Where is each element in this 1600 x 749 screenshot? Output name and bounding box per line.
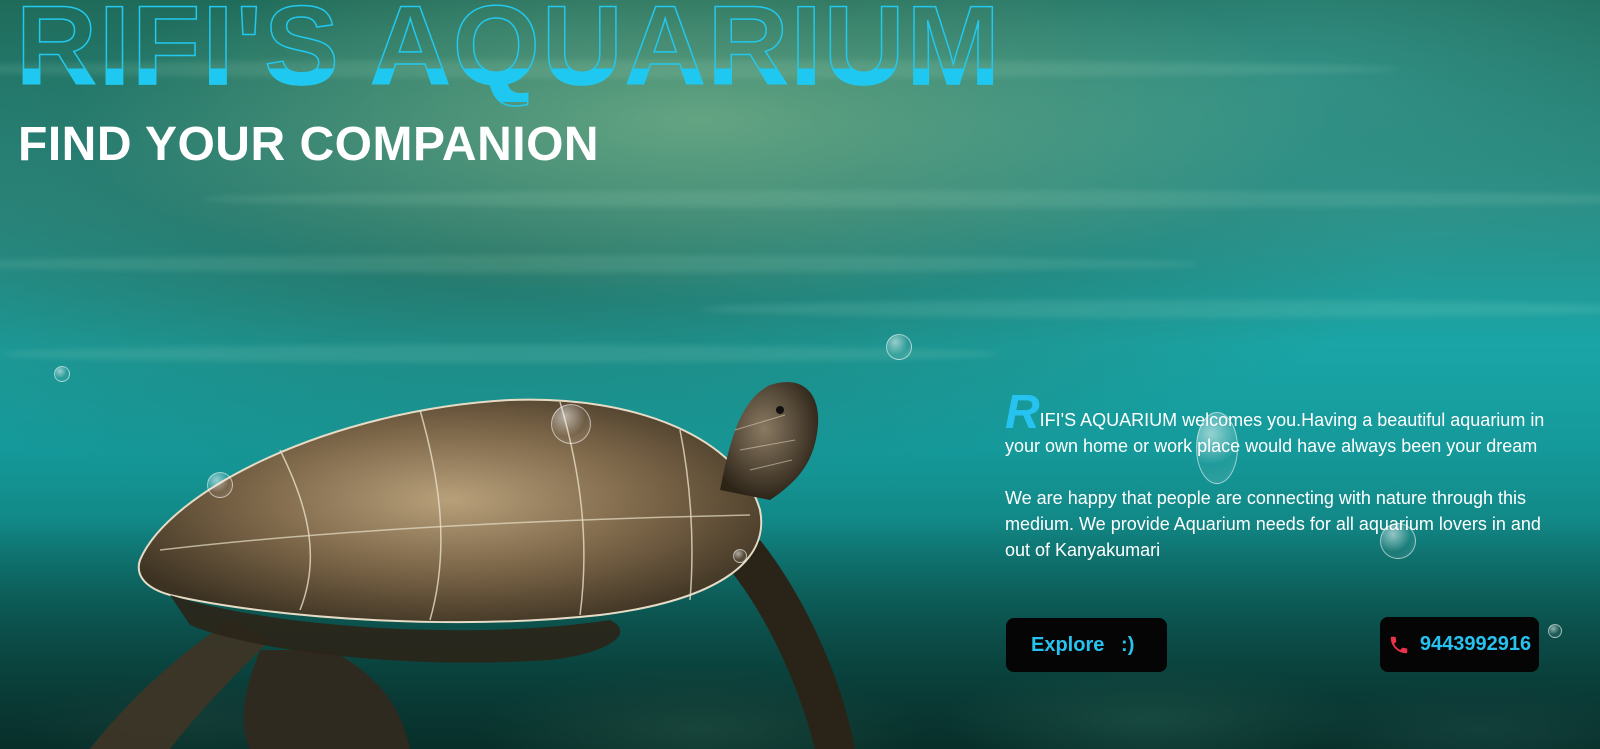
- phone-number: 9443992916: [1419, 633, 1532, 655]
- hero-section: RIFI'S AQUARIUM FIND YOUR COMPANION RIFI…: [0, 0, 1600, 749]
- site-title: RIFI'S AQUARIUM: [15, 0, 1002, 102]
- water-ripple: [0, 255, 1200, 273]
- explore-button[interactable]: Explore :): [1006, 618, 1167, 672]
- site-tagline: FIND YOUR COMPANION: [18, 118, 600, 171]
- phone-call-button[interactable]: 9443992916: [1380, 617, 1539, 672]
- bubble: [886, 334, 912, 360]
- intro-paragraph-2: We are happy that people are connecting …: [1005, 488, 1541, 560]
- sea-turtle-image: [90, 381, 855, 749]
- intro-paragraph-1: RIFI'S AQUARIUM welcomes you.Having a be…: [1005, 389, 1545, 459]
- water-ripple: [200, 190, 1600, 208]
- water-ripple: [700, 300, 1600, 318]
- bubble: [207, 472, 233, 498]
- intro-paragraph-1-text: IFI'S AQUARIUM welcomes you.Having a bea…: [1005, 410, 1545, 456]
- water-ripple: [0, 345, 1000, 363]
- bubble: [1548, 624, 1562, 638]
- intro-text-block: RIFI'S AQUARIUM welcomes you.Having a be…: [1005, 389, 1545, 563]
- bubble: [733, 549, 747, 563]
- phone-icon: [1390, 636, 1408, 653]
- dropcap-letter: R: [1005, 386, 1040, 439]
- bubble: [551, 404, 591, 444]
- bubble: [54, 366, 70, 382]
